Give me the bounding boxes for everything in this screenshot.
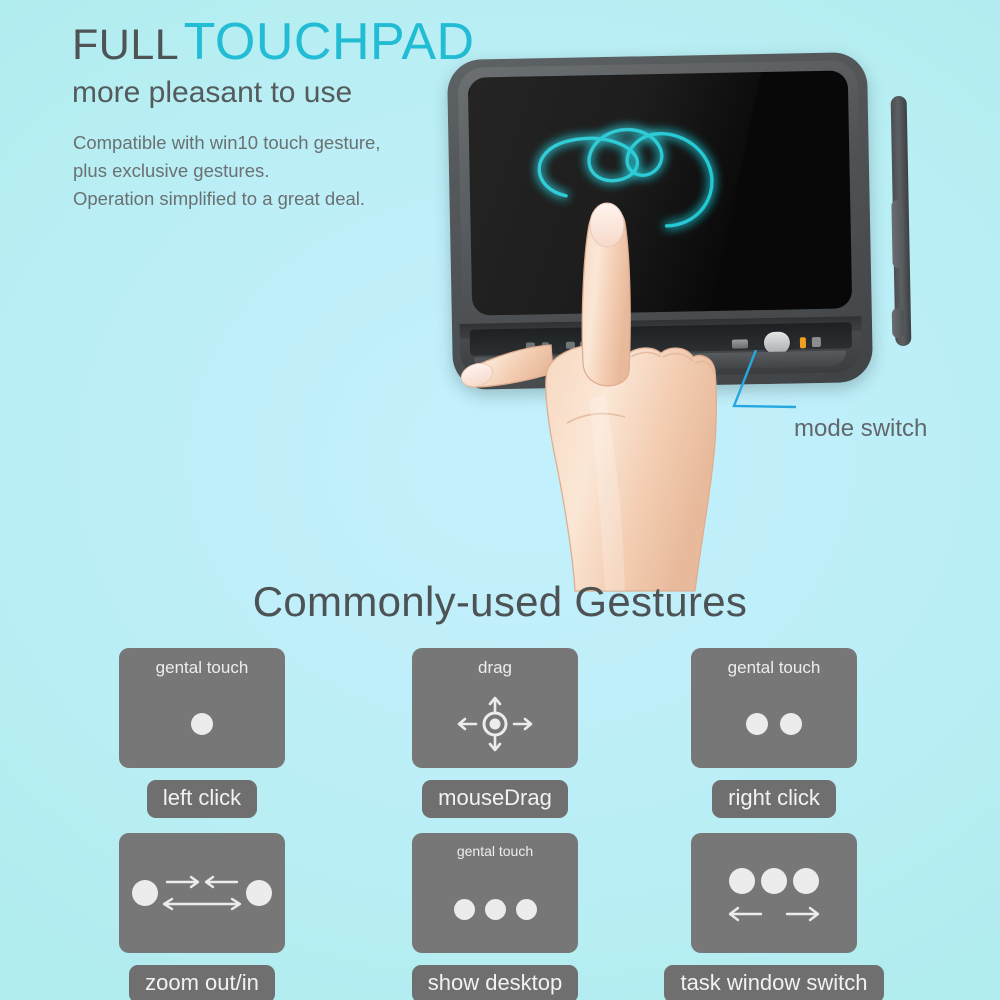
two-dots-icon <box>691 688 857 760</box>
gesture-caption: task window switch <box>664 965 884 1000</box>
mode-switch-callout-label: mode switch <box>794 415 928 442</box>
gesture-caption: right click <box>712 780 836 818</box>
gesture-hint: drag <box>477 658 513 677</box>
gesture-card[interactable]: gental touch <box>119 648 285 768</box>
description-line-2: plus exclusive gestures. <box>73 160 270 181</box>
gesture-caption: mouseDrag <box>422 780 568 818</box>
side-button-long[interactable] <box>891 199 905 269</box>
gesture-cell-zoom: zoom out/in <box>52 833 352 1000</box>
orange-indicator-icon <box>799 337 807 349</box>
description-line-3: Operation simplified to a great deal. <box>73 188 366 209</box>
gesture-card[interactable]: gental touch <box>691 648 857 768</box>
gestures-row-2: zoom out/in gental touch show desktop ta… <box>0 833 1000 1000</box>
headset-icon <box>811 336 822 348</box>
gestures-row-1: gental touch left click drag mouseDrag g… <box>0 648 1000 833</box>
one-dot-icon <box>119 688 285 760</box>
gestures-grid: gental touch left click drag mouseDrag g… <box>0 648 1000 1000</box>
pointing-hand-icon <box>460 202 717 592</box>
gesture-cell-mouse-drag: drag mouseDrag <box>345 648 645 818</box>
gestures-section-title: Commonly-used Gestures <box>252 578 748 625</box>
title-accent: TOUCHPAD <box>183 13 475 71</box>
gesture-card[interactable] <box>691 833 857 953</box>
gesture-hint: gental touch <box>456 843 534 859</box>
gesture-hint: gental touch <box>727 658 821 677</box>
pinch-arrows-icon <box>119 841 285 945</box>
gesture-caption: zoom out/in <box>129 965 275 1000</box>
gesture-card[interactable]: gental touch <box>412 833 578 953</box>
four-way-arrow-icon <box>412 688 578 760</box>
page-subtitle: more pleasant to use <box>72 76 353 109</box>
title-plain: FULL <box>72 21 180 69</box>
product-infographic: FULL TOUCHPAD more pleasant to use Compa… <box>0 0 1000 1000</box>
gesture-caption: left click <box>146 780 258 818</box>
page-title: FULL TOUCHPAD <box>72 12 475 72</box>
gesture-card[interactable] <box>119 833 285 953</box>
gesture-caption: show desktop <box>411 965 579 1000</box>
gesture-cell-right-click: gental touch right click <box>624 648 924 818</box>
page-description: Compatible with win10 touch gesture, plu… <box>73 129 380 213</box>
gesture-cell-show-desktop: gental touch show desktop <box>345 833 645 1000</box>
gesture-cell-task-switch: task window switch <box>624 833 924 1000</box>
gesture-card[interactable]: drag <box>412 648 578 768</box>
side-button-small[interactable] <box>891 307 905 339</box>
three-dots-icon <box>412 873 578 945</box>
description-line-1: Compatible with win10 touch gesture, <box>73 132 381 153</box>
gesture-cell-left-click: gental touch left click <box>52 648 352 818</box>
gesture-hint: gental touch <box>155 658 249 677</box>
three-dots-swipe-icon <box>691 851 857 945</box>
